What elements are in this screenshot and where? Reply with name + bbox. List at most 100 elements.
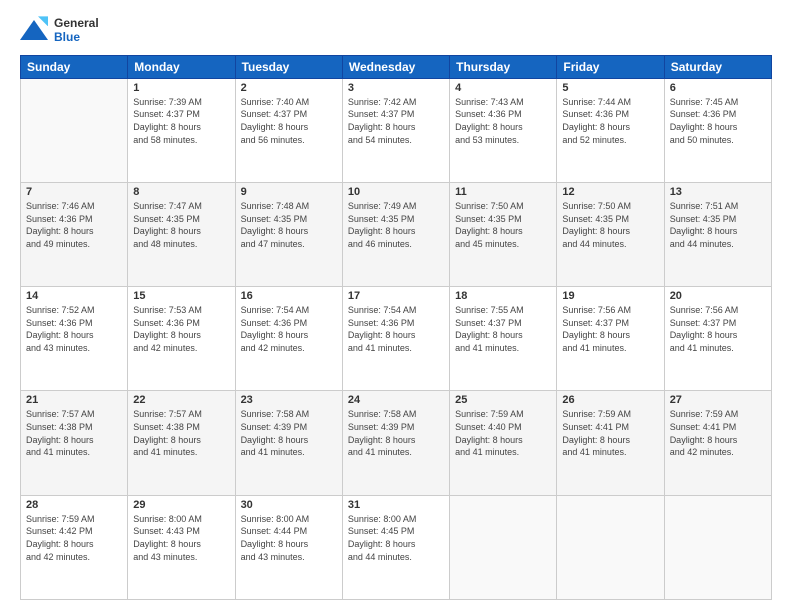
calendar-cell: 10 Sunrise: 7:49 AM Sunset: 4:35 PM Dayli… <box>342 183 449 287</box>
logo-blue: Blue <box>54 30 99 44</box>
day-info: Sunrise: 7:54 AM Sunset: 4:36 PM Dayligh… <box>348 304 444 354</box>
calendar-cell: 14 Sunrise: 7:52 AM Sunset: 4:36 PM Dayli… <box>21 287 128 391</box>
day-number: 30 <box>241 499 337 511</box>
day-number: 11 <box>455 186 551 198</box>
calendar-cell: 17 Sunrise: 7:54 AM Sunset: 4:36 PM Dayli… <box>342 287 449 391</box>
day-number: 27 <box>670 394 766 406</box>
day-number: 29 <box>133 499 229 511</box>
calendar-cell: 8 Sunrise: 7:47 AM Sunset: 4:35 PM Daylig… <box>128 183 235 287</box>
day-info: Sunrise: 7:59 AM Sunset: 4:42 PM Dayligh… <box>26 513 122 563</box>
calendar-cell: 2 Sunrise: 7:40 AM Sunset: 4:37 PM Daylig… <box>235 78 342 182</box>
day-number: 5 <box>562 82 658 94</box>
day-info: Sunrise: 7:57 AM Sunset: 4:38 PM Dayligh… <box>133 408 229 458</box>
day-number: 7 <box>26 186 122 198</box>
calendar-week-row: 1 Sunrise: 7:39 AM Sunset: 4:37 PM Daylig… <box>21 78 772 182</box>
calendar-cell: 22 Sunrise: 7:57 AM Sunset: 4:38 PM Dayli… <box>128 391 235 495</box>
day-info: Sunrise: 7:56 AM Sunset: 4:37 PM Dayligh… <box>670 304 766 354</box>
calendar-cell: 16Sunrise: 7:54 AM Sunset: 4:36 PM Dayli… <box>235 287 342 391</box>
day-info: Sunrise: 8:00 AM Sunset: 4:43 PM Dayligh… <box>133 513 229 563</box>
day-header-saturday: Saturday <box>664 55 771 78</box>
day-header-monday: Monday <box>128 55 235 78</box>
calendar-week-row: 21Sunrise: 7:57 AM Sunset: 4:38 PM Dayli… <box>21 391 772 495</box>
day-info: Sunrise: 7:39 AM Sunset: 4:37 PM Dayligh… <box>133 96 229 146</box>
day-info: Sunrise: 7:58 AM Sunset: 4:39 PM Dayligh… <box>348 408 444 458</box>
day-info: Sunrise: 7:56 AM Sunset: 4:37 PM Dayligh… <box>562 304 658 354</box>
day-number: 6 <box>670 82 766 94</box>
day-number: 9 <box>241 186 337 198</box>
day-info: Sunrise: 7:46 AM Sunset: 4:36 PM Dayligh… <box>26 200 122 250</box>
calendar-cell: 6 Sunrise: 7:45 AM Sunset: 4:36 PM Daylig… <box>664 78 771 182</box>
day-number: 31 <box>348 499 444 511</box>
page: General Blue SundayMondayTuesdayWednesda… <box>0 0 792 612</box>
day-number: 13 <box>670 186 766 198</box>
day-info: Sunrise: 7:59 AM Sunset: 4:41 PM Dayligh… <box>670 408 766 458</box>
day-number: 16 <box>241 290 337 302</box>
header: General Blue <box>20 16 772 45</box>
day-number: 1 <box>133 82 229 94</box>
day-info: Sunrise: 7:45 AM Sunset: 4:36 PM Dayligh… <box>670 96 766 146</box>
day-info: Sunrise: 7:53 AM Sunset: 4:36 PM Dayligh… <box>133 304 229 354</box>
calendar-cell: 23 Sunrise: 7:58 AM Sunset: 4:39 PM Dayli… <box>235 391 342 495</box>
day-info: Sunrise: 7:50 AM Sunset: 4:35 PM Dayligh… <box>562 200 658 250</box>
calendar-cell: 21Sunrise: 7:57 AM Sunset: 4:38 PM Dayli… <box>21 391 128 495</box>
day-number: 17 <box>348 290 444 302</box>
day-info: Sunrise: 7:42 AM Sunset: 4:37 PM Dayligh… <box>348 96 444 146</box>
calendar-cell: 13Sunrise: 7:51 AM Sunset: 4:35 PM Dayli… <box>664 183 771 287</box>
calendar-cell: 24 Sunrise: 7:58 AM Sunset: 4:39 PM Dayli… <box>342 391 449 495</box>
calendar-cell: 26Sunrise: 7:59 AM Sunset: 4:41 PM Dayli… <box>557 391 664 495</box>
day-number: 28 <box>26 499 122 511</box>
calendar-cell <box>21 78 128 182</box>
day-number: 19 <box>562 290 658 302</box>
day-info: Sunrise: 7:59 AM Sunset: 4:41 PM Dayligh… <box>562 408 658 458</box>
calendar-cell: 3 Sunrise: 7:42 AM Sunset: 4:37 PM Daylig… <box>342 78 449 182</box>
day-number: 8 <box>133 186 229 198</box>
calendar-cell: 28 Sunrise: 7:59 AM Sunset: 4:42 PM Dayli… <box>21 495 128 599</box>
calendar-cell: 31 Sunrise: 8:00 AM Sunset: 4:45 PM Dayli… <box>342 495 449 599</box>
day-info: Sunrise: 7:40 AM Sunset: 4:37 PM Dayligh… <box>241 96 337 146</box>
day-number: 10 <box>348 186 444 198</box>
day-info: Sunrise: 7:44 AM Sunset: 4:36 PM Dayligh… <box>562 96 658 146</box>
day-info: Sunrise: 7:58 AM Sunset: 4:39 PM Dayligh… <box>241 408 337 458</box>
calendar-cell: 15 Sunrise: 7:53 AM Sunset: 4:36 PM Dayli… <box>128 287 235 391</box>
logo: General Blue <box>20 16 99 45</box>
calendar-cell: 27 Sunrise: 7:59 AM Sunset: 4:41 PM Dayli… <box>664 391 771 495</box>
calendar-cell: 30 Sunrise: 8:00 AM Sunset: 4:44 PM Dayli… <box>235 495 342 599</box>
day-info: Sunrise: 7:47 AM Sunset: 4:35 PM Dayligh… <box>133 200 229 250</box>
day-info: Sunrise: 7:49 AM Sunset: 4:35 PM Dayligh… <box>348 200 444 250</box>
calendar-header-row: SundayMondayTuesdayWednesdayThursdayFrid… <box>21 55 772 78</box>
day-number: 24 <box>348 394 444 406</box>
day-number: 15 <box>133 290 229 302</box>
day-info: Sunrise: 7:50 AM Sunset: 4:35 PM Dayligh… <box>455 200 551 250</box>
day-number: 23 <box>241 394 337 406</box>
day-info: Sunrise: 7:52 AM Sunset: 4:36 PM Dayligh… <box>26 304 122 354</box>
calendar-cell: 4 Sunrise: 7:43 AM Sunset: 4:36 PM Daylig… <box>450 78 557 182</box>
calendar-cell: 29 Sunrise: 8:00 AM Sunset: 4:43 PM Dayli… <box>128 495 235 599</box>
calendar-week-row: 14 Sunrise: 7:52 AM Sunset: 4:36 PM Dayli… <box>21 287 772 391</box>
calendar-cell: 12 Sunrise: 7:50 AM Sunset: 4:35 PM Dayli… <box>557 183 664 287</box>
day-header-thursday: Thursday <box>450 55 557 78</box>
calendar-cell: 18Sunrise: 7:55 AM Sunset: 4:37 PM Dayli… <box>450 287 557 391</box>
day-info: Sunrise: 8:00 AM Sunset: 4:45 PM Dayligh… <box>348 513 444 563</box>
day-number: 14 <box>26 290 122 302</box>
logo-general: General <box>54 16 99 30</box>
calendar-cell: 9Sunrise: 7:48 AM Sunset: 4:35 PM Daylig… <box>235 183 342 287</box>
calendar-cell: 19 Sunrise: 7:56 AM Sunset: 4:37 PM Dayli… <box>557 287 664 391</box>
day-header-wednesday: Wednesday <box>342 55 449 78</box>
day-number: 25 <box>455 394 551 406</box>
day-info: Sunrise: 8:00 AM Sunset: 4:44 PM Dayligh… <box>241 513 337 563</box>
day-number: 4 <box>455 82 551 94</box>
day-header-friday: Friday <box>557 55 664 78</box>
day-number: 3 <box>348 82 444 94</box>
day-number: 2 <box>241 82 337 94</box>
calendar-cell <box>664 495 771 599</box>
calendar-cell: 1 Sunrise: 7:39 AM Sunset: 4:37 PM Daylig… <box>128 78 235 182</box>
calendar-cell <box>450 495 557 599</box>
calendar-cell: 5 Sunrise: 7:44 AM Sunset: 4:36 PM Daylig… <box>557 78 664 182</box>
day-number: 22 <box>133 394 229 406</box>
calendar-cell: 11 Sunrise: 7:50 AM Sunset: 4:35 PM Dayli… <box>450 183 557 287</box>
calendar-cell <box>557 495 664 599</box>
calendar-week-row: 7 Sunrise: 7:46 AM Sunset: 4:36 PM Daylig… <box>21 183 772 287</box>
calendar-week-row: 28 Sunrise: 7:59 AM Sunset: 4:42 PM Dayli… <box>21 495 772 599</box>
day-number: 12 <box>562 186 658 198</box>
day-info: Sunrise: 7:43 AM Sunset: 4:36 PM Dayligh… <box>455 96 551 146</box>
